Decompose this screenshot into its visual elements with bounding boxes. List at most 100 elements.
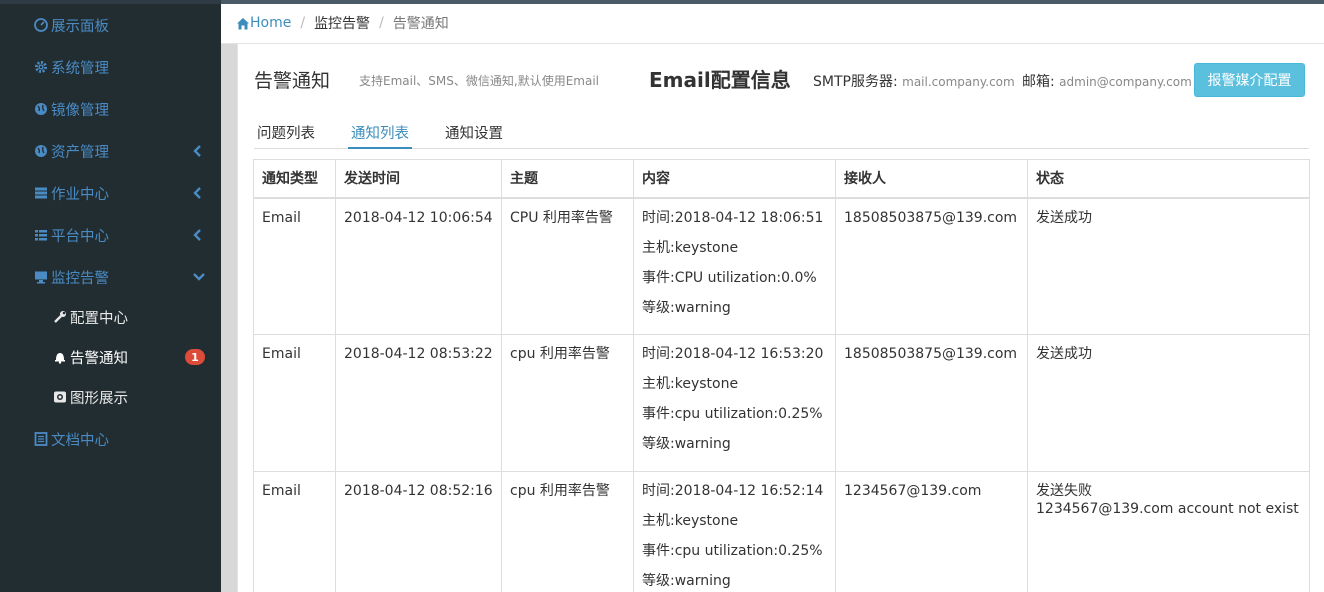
notification-count-badge: 1 — [185, 349, 205, 365]
breadcrumb-level2: 告警通知 — [392, 16, 449, 32]
content-line: 事件:cpu utilization:0.25% — [642, 543, 823, 559]
sidebar-subitem-alert-notify[interactable]: 告警通知 1 — [0, 340, 221, 374]
alarm-media-config-button[interactable]: 报警媒介配置 — [1194, 63, 1305, 97]
table-row: Email 2018-04-12 08:53:22 cpu 利用率告警 时间:2… — [253, 334, 1310, 472]
receiver-cell: 18508503875@139.com — [835, 334, 1028, 472]
breadcrumb-level1[interactable]: 监控告警 — [314, 13, 370, 33]
notify-type-cell: Email — [253, 197, 336, 335]
sidebar-subitem-label: 告警通知 — [70, 350, 128, 367]
gear-icon — [34, 60, 48, 74]
column-header: 状态 — [1027, 159, 1310, 199]
send-time-cell: 2018-04-12 08:52:16 — [335, 471, 502, 592]
tab-bar: 问题列表 通知列表 通知设置 — [254, 116, 1309, 149]
table-row: Email 2018-04-12 08:52:16 cpu 利用率告警 时间:2… — [253, 471, 1310, 592]
sidebar-item-label: 资产管理 — [51, 144, 109, 161]
content-cell: 时间:2018-04-12 16:53:20 主机:keystone 事件:cp… — [633, 334, 836, 472]
smtp-value: mail.company.com — [902, 75, 1015, 89]
email-config-title: Email配置信息 — [649, 68, 791, 92]
sidebar-item-label: 镜像管理 — [51, 102, 109, 119]
chevron-left-icon[interactable] — [192, 144, 204, 158]
breadcrumb-separator: / — [379, 15, 384, 31]
breadcrumb-home-label: Home — [250, 15, 292, 31]
status-cell: 发送失败 1234567@139.com account not exist — [1027, 471, 1310, 592]
sidebar-subitem-charts[interactable]: 图形展示 — [0, 380, 221, 414]
status-text: 发送失败 — [1036, 483, 1092, 499]
breadcrumb-bar: Home / 监控告警 / 告警通知 — [221, 0, 1324, 44]
content-line: 等级:warning — [642, 436, 731, 452]
send-time-cell: 2018-04-12 10:06:54 — [335, 197, 502, 335]
chevron-left-icon[interactable] — [192, 186, 204, 200]
breadcrumb: Home / 监控告警 / 告警通知 — [236, 13, 449, 33]
content-line: 事件:CPU utilization:0.0% — [642, 269, 817, 286]
sidebar-item-image[interactable]: 镜像管理 — [0, 91, 221, 127]
notify-type-cell: Email — [253, 471, 336, 592]
column-header: 主题 — [501, 159, 634, 199]
sidebar-item-label: 展示面板 — [51, 18, 109, 35]
sidebar-item-system[interactable]: 系统管理 — [0, 49, 221, 85]
sidebar-item-platform[interactable]: 平台中心 — [0, 217, 221, 253]
sidebar-item-dashboard[interactable]: 展示面板 — [0, 7, 221, 43]
status-detail: 1234567@139.com account not exist — [1036, 501, 1299, 517]
notify-type-cell: Email — [253, 334, 336, 472]
chevron-left-icon[interactable] — [192, 228, 204, 242]
content-line: 主机:keystone — [642, 239, 739, 256]
content-line: 等级:warning — [642, 573, 731, 589]
content-line: 时间:2018-04-12 16:52:14 — [642, 483, 824, 499]
tab-problem-list[interactable]: 问题列表 — [257, 122, 315, 149]
subject-cell: cpu 利用率告警 — [501, 334, 634, 472]
breadcrumb-home[interactable]: Home — [236, 15, 291, 31]
content-line: 主机:keystone — [642, 376, 739, 392]
content-line: 等级:warning — [642, 299, 731, 316]
sidebar: 展示面板 系统管理 镜像管理 资产管理 作业中心 平台中心 监控告警 配置中心 … — [0, 0, 221, 592]
content-line: 事件:cpu utilization:0.25% — [642, 406, 823, 422]
sidebar-item-label: 监控告警 — [51, 270, 109, 287]
content-gutter — [221, 0, 237, 592]
server-icon — [34, 186, 48, 200]
sidebar-item-assets[interactable]: 资产管理 — [0, 133, 221, 169]
monitor-icon — [34, 270, 48, 284]
sidebar-item-monitor[interactable]: 监控告警 — [0, 259, 221, 295]
home-icon — [236, 17, 250, 30]
wrench-icon — [53, 310, 67, 324]
tab-notify-list[interactable]: 通知列表 — [348, 122, 412, 149]
sidebar-subitem-config-center[interactable]: 配置中心 — [0, 300, 221, 334]
content-cell: 时间:2018-04-12 18:06:51 主机:keystone 事件:CP… — [633, 197, 836, 335]
sidebar-subitem-label: 配置中心 — [70, 310, 128, 327]
sidebar-item-label: 系统管理 — [51, 60, 109, 77]
mailbox-info: 邮箱: admin@company.com — [1022, 71, 1192, 91]
content-line: 时间:2018-04-12 16:53:20 — [642, 346, 824, 362]
status-text: 发送成功 — [1036, 209, 1092, 226]
table-header-row: 通知类型 发送时间 主题 内容 接收人 状态 — [253, 159, 1310, 199]
receiver-cell: 1234567@139.com — [835, 471, 1028, 592]
tab-notify-settings[interactable]: 通知设置 — [445, 122, 503, 149]
column-header: 通知类型 — [253, 159, 336, 199]
book-icon — [34, 432, 48, 446]
sidebar-item-label: 作业中心 — [51, 186, 109, 203]
column-header: 内容 — [633, 159, 836, 199]
content-line: 时间:2018-04-12 18:06:51 — [642, 209, 824, 226]
sidebar-item-jobs[interactable]: 作业中心 — [0, 175, 221, 211]
breadcrumb-separator: / — [300, 15, 306, 31]
globe-icon — [34, 144, 48, 158]
list-icon — [34, 228, 48, 242]
status-text: 发送成功 — [1036, 346, 1092, 362]
smtp-server-info: SMTP服务器: mail.company.com — [813, 71, 1015, 91]
chevron-down-icon[interactable] — [192, 270, 205, 284]
sidebar-top-line — [0, 0, 221, 4]
receiver-cell: 18508503875@139.com — [835, 197, 1028, 335]
status-cell: 发送成功 — [1027, 334, 1310, 472]
page-title: 告警通知 — [254, 70, 331, 92]
sidebar-item-label: 文档中心 — [51, 432, 109, 449]
subject-cell: CPU 利用率告警 — [501, 197, 634, 335]
content-line: 主机:keystone — [642, 513, 739, 529]
column-header: 发送时间 — [335, 159, 502, 199]
send-time-cell: 2018-04-12 08:53:22 — [335, 334, 502, 472]
subject-cell: cpu 利用率告警 — [501, 471, 634, 592]
status-cell: 发送成功 — [1027, 197, 1310, 335]
chart-icon — [53, 390, 67, 404]
mailbox-label: 邮箱: — [1022, 74, 1055, 90]
column-header: 接收人 — [835, 159, 1028, 199]
sidebar-subitem-label: 图形展示 — [70, 390, 128, 407]
sidebar-item-docs[interactable]: 文档中心 — [0, 421, 221, 457]
mailbox-value: admin@company.com — [1059, 75, 1192, 89]
